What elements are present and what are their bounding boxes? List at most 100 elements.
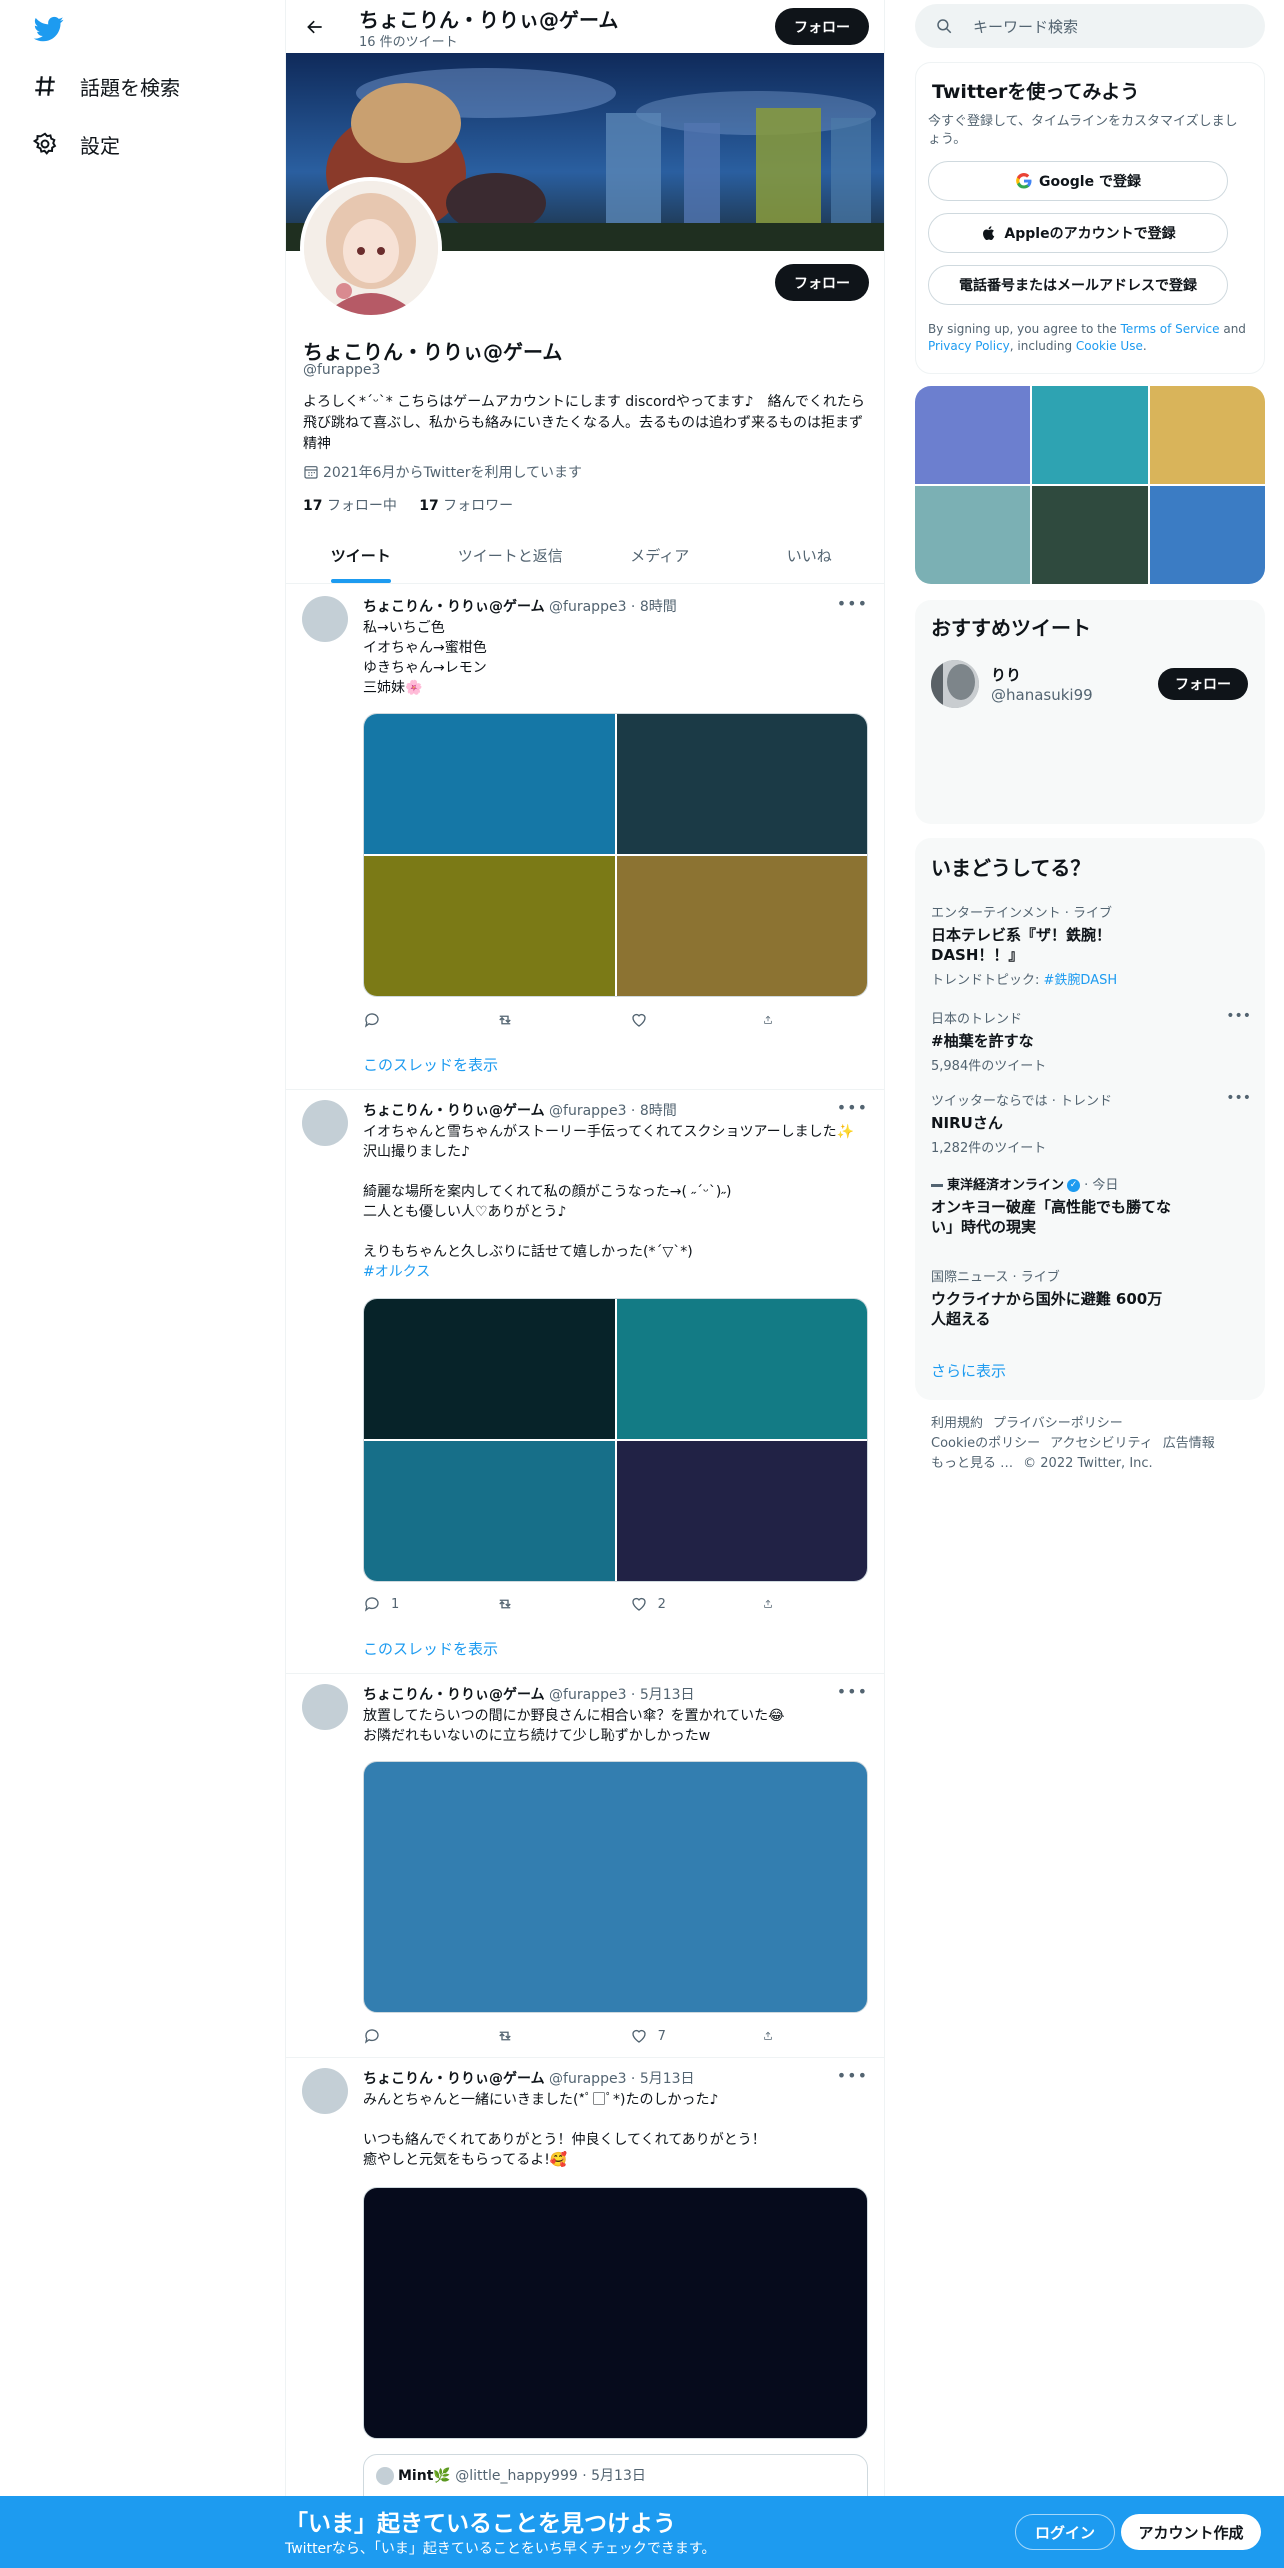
trend-item[interactable]: ツイッターならでは · トレンド NIRUさん 1,282件のツイート ••• [931, 1090, 1251, 1156]
cookie-use-link[interactable]: Cookie Use [1076, 339, 1143, 353]
footer-terms-link[interactable]: 利用規約 [931, 1416, 983, 1431]
reply-button[interactable]: 1 [363, 1595, 453, 1613]
tweet-media-image[interactable] [364, 1441, 615, 1581]
followers-link[interactable]: 17 フォロワー [419, 498, 513, 514]
footer-cookie-link[interactable]: Cookieのポリシー [931, 1436, 1040, 1451]
share-button[interactable] [763, 1011, 783, 1029]
like-button[interactable] [630, 1011, 720, 1029]
tweet-media-image[interactable] [616, 1299, 867, 1439]
apple-signup-button[interactable]: Appleのアカウントで登録 [928, 213, 1228, 253]
footer-privacy-link[interactable]: プライバシーポリシー [993, 1416, 1123, 1431]
phone-email-signup-button[interactable]: 電話番号またはメールアドレスで登録 [928, 265, 1228, 305]
recommended-avatar[interactable] [931, 660, 979, 708]
retweet-button[interactable] [496, 1595, 586, 1613]
google-signup-button[interactable]: Google で登録 [928, 161, 1228, 201]
show-thread-link[interactable]: このスレッドを表示 [363, 1054, 498, 1075]
gallery-image[interactable] [1149, 486, 1265, 584]
following-link[interactable]: 17 フォロー中 [303, 498, 397, 514]
tweet[interactable]: ちょこりん・りりぃ@ゲーム @furappe3 · 5月13日 ••• みんとち… [286, 2058, 884, 2568]
trend-topic-link[interactable]: #鉄腕DASH [1044, 973, 1118, 988]
tweet-header: ちょこりん・りりぃ@ゲーム @furappe3 · 8時間 [363, 596, 677, 616]
reply-button[interactable] [363, 1011, 453, 1029]
terms-text: By signing up, you agree to the Terms of… [928, 321, 1253, 355]
trend-item[interactable]: エンターテインメント · ライブ 日本テレビ系『ザ！鉄腕！DASH！！』 トレン… [931, 902, 1251, 988]
tweet-media-image[interactable] [363, 1761, 868, 2013]
tweet-avatar[interactable] [302, 1684, 348, 1730]
more-options-icon[interactable]: ••• [837, 594, 868, 613]
footer-more-link[interactable]: もっと見る … [931, 1456, 1013, 1471]
share-button[interactable] [763, 1595, 783, 1613]
tweet-meta: @furappe3 · 5月13日 [549, 1687, 695, 1703]
following-count: 17 [303, 498, 323, 514]
share-button[interactable] [763, 2027, 783, 2045]
tweet-media-image[interactable] [616, 856, 867, 996]
gallery-image[interactable] [1032, 486, 1148, 584]
more-options-icon[interactable]: ••• [837, 2066, 868, 2085]
tweet-media-image[interactable] [364, 856, 615, 996]
tweet-author-name[interactable]: ちょこりん・りりぃ@ゲーム [363, 2071, 545, 2087]
tweet-actions: 7 [363, 2026, 783, 2046]
like-button[interactable]: 2 [630, 1595, 720, 1613]
footer-accessibility-link[interactable]: アクセシビリティ [1050, 1436, 1153, 1451]
followers-label: フォロワー [443, 498, 514, 514]
recommended-follow-button[interactable]: フォロー [1158, 668, 1248, 700]
tweet-media-image[interactable] [364, 1299, 615, 1439]
more-options-icon[interactable]: ••• [837, 1098, 868, 1117]
trend-item[interactable]: 日本のトレンド #柚葉を許すな 5,984件のツイート ••• [931, 1008, 1251, 1074]
tweet-media-grid[interactable] [363, 713, 868, 997]
nav-explore[interactable]: 話題を検索 [32, 66, 180, 106]
search-box[interactable]: キーワード検索 [915, 4, 1265, 48]
media-gallery [915, 386, 1265, 584]
gallery-image[interactable] [915, 386, 1031, 484]
trend-item[interactable]: 国際ニュース · ライブ ウクライナから国外に避難 600万人超える [931, 1266, 1251, 1329]
more-options-icon[interactable]: ••• [1226, 1008, 1251, 1024]
tab-tweets[interactable]: ツイート [286, 528, 436, 583]
gallery-image[interactable] [1032, 386, 1148, 484]
like-button[interactable]: 7 [630, 2027, 720, 2045]
show-more-link[interactable]: さらに表示 [931, 1360, 1006, 1381]
privacy-policy-link[interactable]: Privacy Policy [928, 339, 1010, 353]
more-options-icon[interactable]: ••• [1226, 1090, 1251, 1106]
reply-button[interactable] [363, 2027, 453, 2045]
trend-item[interactable]: 東洋経済オンライン ✓ · 今日 オンキヨー破産「高性能でも勝てない」時代の現実 [931, 1174, 1251, 1237]
hashtag-icon [35, 76, 55, 96]
tweet-media-grid[interactable] [363, 1298, 868, 1582]
tweet-avatar[interactable] [302, 2068, 348, 2114]
login-button[interactable]: ログイン [1015, 2514, 1115, 2550]
tab-media[interactable]: メディア [585, 528, 735, 583]
show-thread-link[interactable]: このスレッドを表示 [363, 1638, 498, 1659]
tweet[interactable]: ちょこりん・りりぃ@ゲーム @furappe3 · 5月13日 ••• 放置して… [286, 1674, 884, 2058]
terms-of-service-link[interactable]: Terms of Service [1121, 322, 1220, 336]
recommended-name[interactable]: りり [991, 664, 1021, 685]
tweet-author-name[interactable]: ちょこりん・りりぃ@ゲーム [363, 1687, 545, 1703]
tweet-avatar[interactable] [302, 596, 348, 642]
share-icon [764, 1599, 772, 1608]
retweet-button[interactable] [496, 1011, 586, 1029]
tweet[interactable]: ちょこりん・りりぃ@ゲーム @furappe3 · 8時間 ••• 私→いちご色… [286, 586, 884, 1090]
tweet-author-name[interactable]: ちょこりん・りりぃ@ゲーム [363, 1103, 545, 1119]
footer-ads-link[interactable]: 広告情報 [1163, 1436, 1215, 1451]
tweet-actions [363, 1010, 783, 1030]
hashtag-link[interactable]: #オルクス [363, 1264, 430, 1280]
tweet-media-image[interactable] [364, 714, 615, 854]
header-follow-button[interactable]: フォロー [775, 8, 869, 45]
tweet-media-image[interactable] [616, 714, 867, 854]
tweet[interactable]: ちょこりん・りりぃ@ゲーム @furappe3 · 8時間 ••• イオちゃんと… [286, 1090, 884, 1674]
tweet-media-image[interactable] [363, 2187, 868, 2439]
tab-likes[interactable]: いいね [735, 528, 885, 583]
gallery-image[interactable] [915, 486, 1031, 584]
tweet-media-image[interactable] [616, 1441, 867, 1581]
bottom-bar-subtitle: Twitterなら、「いま」起きていることをいち早くチェックできます。 [285, 2541, 716, 2557]
twitter-logo-icon[interactable] [32, 14, 66, 44]
signup-button[interactable]: アカウント作成 [1121, 2514, 1261, 2550]
profile-avatar[interactable] [300, 177, 442, 319]
tab-tweets-and-replies[interactable]: ツイートと返信 [436, 528, 586, 583]
more-options-icon[interactable]: ••• [837, 1682, 868, 1701]
tweet-avatar[interactable] [302, 1100, 348, 1146]
nav-settings[interactable]: 設定 [32, 124, 120, 164]
gallery-image[interactable] [1149, 386, 1265, 484]
tweet-author-name[interactable]: ちょこりん・りりぃ@ゲーム [363, 599, 545, 615]
retweet-button[interactable] [496, 2027, 586, 2045]
back-arrow-icon[interactable] [300, 12, 330, 42]
profile-follow-button[interactable]: フォロー [775, 264, 869, 301]
